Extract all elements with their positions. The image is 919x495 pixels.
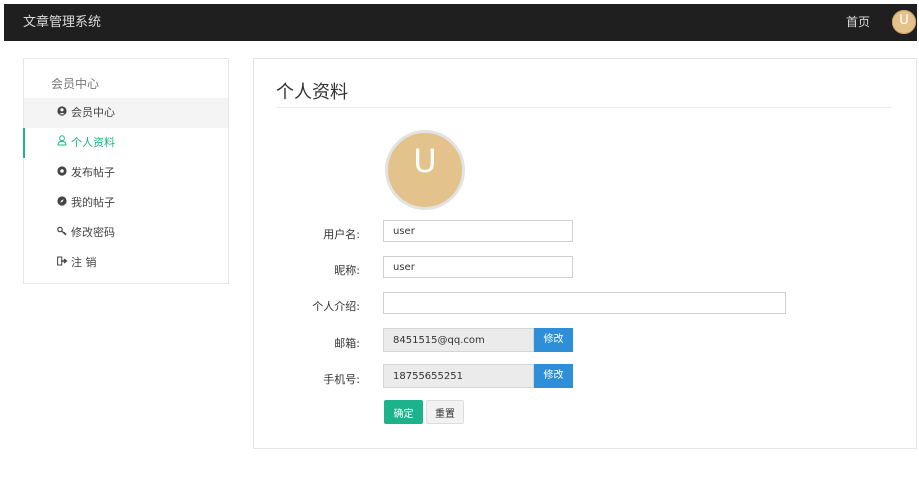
user-circle-icon [55, 99, 69, 129]
sidebar-item-publish[interactable]: 发布帖子 [24, 158, 228, 188]
username-label: 用户名: [323, 228, 360, 241]
email-field[interactable] [383, 328, 534, 352]
sidebar-item-profile[interactable]: 个人资料 [23, 128, 228, 159]
user-avatar[interactable]: U [892, 10, 916, 34]
email-label: 邮箱: [334, 337, 360, 350]
nickname-field[interactable] [383, 256, 573, 278]
username-field[interactable] [383, 220, 573, 242]
top-navbar: 文章管理系统 首页 U [4, 4, 917, 41]
intro-label: 个人介绍: [312, 300, 360, 313]
confirm-button[interactable]: 确定 [384, 400, 423, 424]
title-divider [276, 107, 892, 108]
sidebar-item-my-posts[interactable]: 我的帖子 [24, 188, 228, 218]
chrome-icon [55, 159, 69, 189]
phone-field[interactable] [383, 364, 534, 388]
nickname-label: 昵称: [334, 264, 360, 277]
edit-email-button[interactable]: 修改 [534, 328, 573, 352]
intro-field[interactable] [383, 292, 786, 314]
profile-avatar[interactable]: U [385, 130, 465, 210]
phone-label: 手机号: [323, 373, 360, 386]
sidebar-title: 会员中心 [51, 77, 100, 91]
sign-out-icon [55, 249, 69, 279]
nav-home-link[interactable]: 首页 [846, 4, 870, 41]
sidebar-item-label: 会员中心 [71, 106, 115, 119]
sidebar-item-change-password[interactable]: 修改密码 [24, 218, 228, 248]
sidebar-menu: 会员中心 个人资料 发布帖子 我的帖子 修改密码 注 销 [23, 98, 228, 278]
sidebar-item-member-center[interactable]: 会员中心 [24, 98, 228, 128]
key-icon [55, 219, 69, 249]
sidebar-item-label: 发布帖子 [71, 166, 115, 179]
sidebar-item-label: 我的帖子 [71, 196, 115, 209]
profile-panel: 个人资料 U 用户名: 昵称: 个人介绍: 邮箱: 修改 手机号: 修改 确定 … [253, 58, 917, 449]
reset-button[interactable]: 重置 [426, 400, 464, 424]
sidebar: 会员中心 会员中心 个人资料 发布帖子 我的帖子 修改密码 注 销 [23, 58, 229, 284]
page-title: 个人资料 [276, 82, 348, 103]
sidebar-item-label: 个人资料 [71, 136, 115, 149]
app-title: 文章管理系统 [23, 15, 102, 30]
sidebar-item-logout[interactable]: 注 销 [24, 248, 228, 278]
compass-icon [55, 189, 69, 219]
sidebar-item-label: 修改密码 [71, 226, 115, 239]
edit-phone-button[interactable]: 修改 [534, 364, 573, 388]
sidebar-item-label: 注 销 [71, 256, 97, 269]
user-icon [55, 129, 69, 159]
